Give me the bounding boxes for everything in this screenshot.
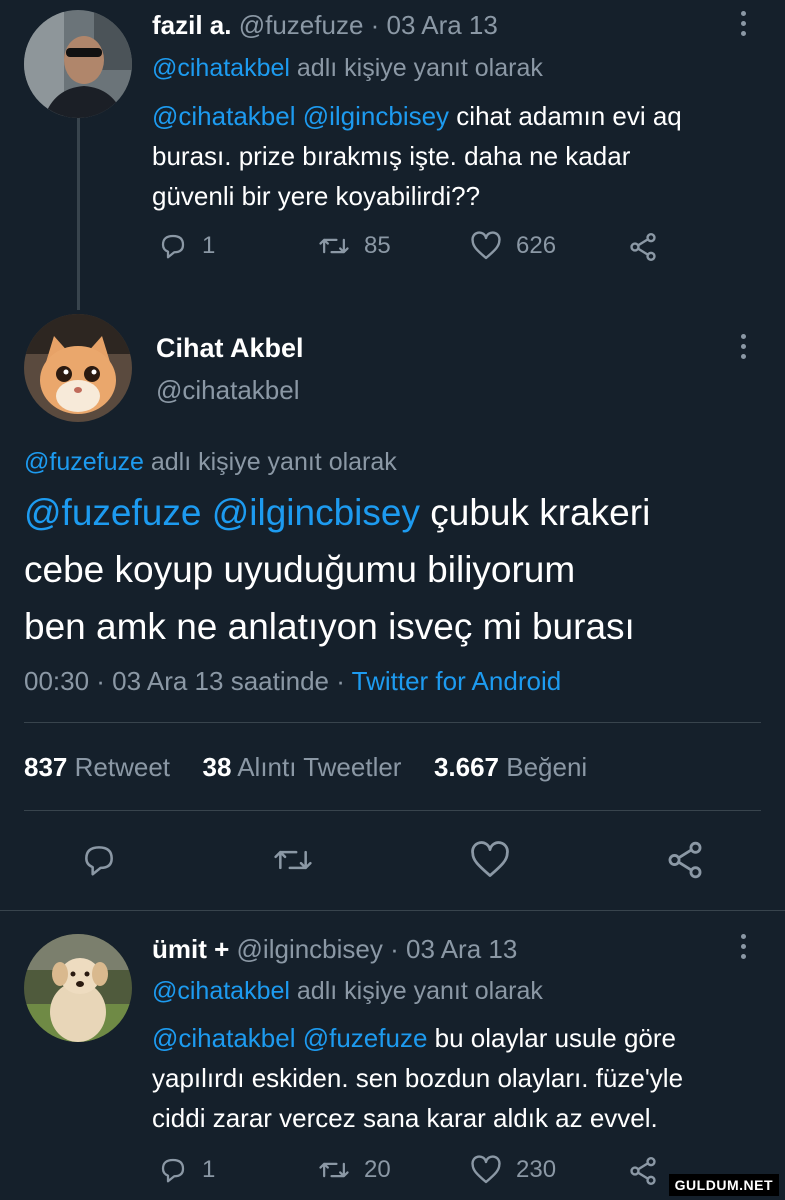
tweet1-text: @cihatakbel @ilgincbisey cihat adamın ev… xyxy=(152,101,682,211)
share-icon xyxy=(630,1157,656,1185)
tweet3-text: @cihatakbel @fuzefuze bu olaylar usule g… xyxy=(152,1023,684,1133)
heart-icon xyxy=(471,1155,501,1184)
reply-to-link[interactable]: @cihatakbel xyxy=(152,54,290,82)
divider xyxy=(24,722,761,723)
like-count: 230 xyxy=(516,1156,557,1183)
tweet1-header: fazil a. @fuzefuze · 03 Ara 13 xyxy=(152,10,498,41)
heart-icon xyxy=(471,841,509,877)
author-handle[interactable]: @fuzefuze xyxy=(239,10,364,40)
share-icon xyxy=(668,841,702,879)
author-name[interactable]: Cihat Akbel xyxy=(156,333,304,364)
retweet-icon xyxy=(274,850,312,870)
more-options-icon[interactable] xyxy=(741,334,747,359)
retweet-icon xyxy=(319,1162,349,1178)
share-button[interactable] xyxy=(664,839,706,881)
divider xyxy=(24,810,761,811)
avatar-photo-cat xyxy=(24,314,132,422)
mention-link[interactable]: @fuzefuze xyxy=(303,1023,428,1053)
tweet-date[interactable]: · 03 Ara 13 xyxy=(371,10,498,40)
reply-button[interactable]: 1 xyxy=(158,1155,215,1185)
retweet-icon xyxy=(319,238,349,254)
reply-count: 1 xyxy=(202,1156,216,1183)
like-count: 626 xyxy=(516,232,557,259)
retweets-stat[interactable]: 837 Retweet xyxy=(24,752,170,782)
like-button[interactable]: 230 xyxy=(470,1155,556,1185)
author-name[interactable]: ümit + xyxy=(152,934,229,964)
author-name[interactable]: fazil a. xyxy=(152,10,231,40)
retweet-count: 20 xyxy=(364,1156,391,1183)
tweet-timestamp: 00:30 · 03 Ara 13 saatinde · Twitter for… xyxy=(24,666,561,697)
avatar-umit[interactable] xyxy=(24,934,132,1042)
like-button[interactable] xyxy=(469,841,511,879)
reply-icon xyxy=(161,234,185,259)
reply-icon xyxy=(161,1158,185,1183)
tweet3-header: ümit + @ilgincbisey · 03 Ara 13 xyxy=(152,934,517,965)
heart-icon xyxy=(471,231,501,260)
main-tweet-text: @fuzefuze @ilgincbisey çubuk krakeri ceb… xyxy=(24,492,651,647)
share-button[interactable] xyxy=(627,1155,659,1187)
reply-to-line: @cihatakbel adlı kişiye yanıt olarak xyxy=(152,977,543,1005)
share-icon xyxy=(630,233,656,261)
retweet-button[interactable]: 20 xyxy=(318,1155,391,1185)
author-handle[interactable]: @ilgincbisey xyxy=(237,934,383,964)
reply-count: 1 xyxy=(202,232,216,259)
likes-stat[interactable]: 3.667 Beğeni xyxy=(434,752,587,782)
mention-link[interactable]: @cihatakbel xyxy=(152,101,295,131)
more-options-icon[interactable] xyxy=(741,11,747,36)
avatar-fazil[interactable] xyxy=(24,10,132,118)
avatar-cihat[interactable] xyxy=(24,314,132,422)
mention-link[interactable]: @ilgincbisey xyxy=(303,101,449,131)
reply-to-line: @fuzefuze adlı kişiye yanıt olarak xyxy=(24,448,397,476)
reply-button[interactable] xyxy=(80,841,118,879)
quotes-stat[interactable]: 38 Alıntı Tweetler xyxy=(202,752,401,782)
reply-to-link[interactable]: @fuzefuze xyxy=(24,448,144,476)
mention-link[interactable]: @ilgincbisey xyxy=(212,492,420,533)
tweet-stats: 837 Retweet 38 Alıntı Tweetler 3.667 Beğ… xyxy=(24,752,587,783)
source-link[interactable]: Twitter for Android xyxy=(352,666,562,696)
like-button[interactable]: 626 xyxy=(470,231,556,261)
mention-link[interactable]: @cihatakbel xyxy=(152,1023,295,1053)
retweet-count: 85 xyxy=(364,232,391,259)
reply-to-link[interactable]: @cihatakbel xyxy=(152,977,290,1005)
watermark: GULDUM.NET xyxy=(668,1174,779,1196)
reply-button[interactable]: 1 xyxy=(158,231,215,261)
thread-line xyxy=(77,118,80,310)
share-button[interactable] xyxy=(627,231,659,263)
avatar-photo-man xyxy=(24,10,132,118)
mention-link[interactable]: @fuzefuze xyxy=(24,492,201,533)
timestamp[interactable]: 00:30 · 03 Ara 13 saatinde · xyxy=(24,666,352,696)
more-options-icon[interactable] xyxy=(741,934,747,959)
retweet-button[interactable] xyxy=(272,841,314,879)
reply-to-line: @cihatakbel adlı kişiye yanıt olarak xyxy=(152,54,543,82)
retweet-button[interactable]: 85 xyxy=(318,231,391,261)
divider xyxy=(0,910,785,911)
reply-icon xyxy=(85,846,113,876)
avatar-photo-dog xyxy=(24,934,132,1042)
tweet-date[interactable]: · 03 Ara 13 xyxy=(390,934,517,964)
author-handle[interactable]: @cihatakbel xyxy=(156,375,299,406)
